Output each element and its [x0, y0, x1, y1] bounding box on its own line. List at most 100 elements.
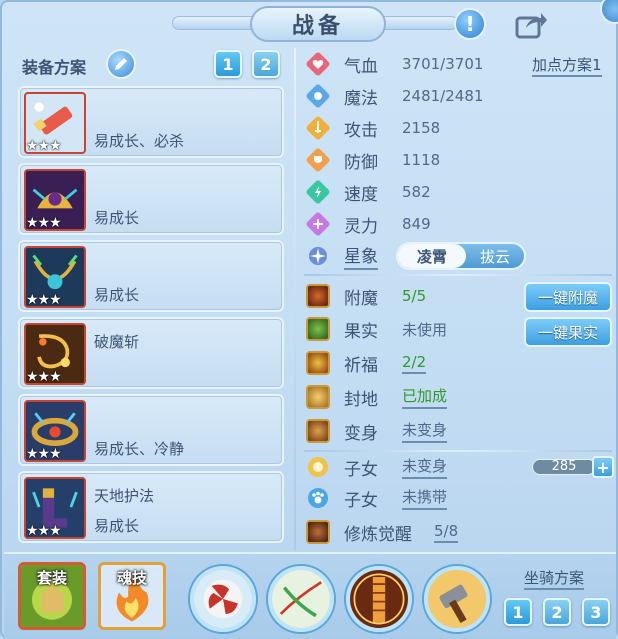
constellation-label[interactable]: 星象	[344, 242, 378, 270]
title-ornament-left	[172, 16, 262, 30]
stat-value: 582	[402, 183, 431, 201]
lightning-icon	[306, 180, 330, 204]
row-enchant: 附魔 5/5	[306, 282, 426, 310]
sword-icon	[306, 116, 330, 140]
info-button[interactable]: !	[454, 8, 486, 40]
row-child-2: 子女 未携带	[306, 484, 448, 512]
battle-prep-panel: 战备 ! 装备方案 1 2 ★★★ 易成长、必杀 ★★★ 易成长 ★★★ 易成长…	[0, 0, 618, 639]
exclamation-icon: !	[465, 12, 475, 36]
stat-row-speed: 速度 582	[306, 178, 431, 206]
stat-label: 魔法	[344, 88, 378, 109]
child-sun-icon	[306, 455, 330, 479]
mount-skill-slot-4[interactable]	[424, 566, 490, 632]
shield-icon	[306, 148, 330, 172]
seal-value[interactable]: 已加成	[402, 385, 448, 409]
seal-label: 封地	[344, 389, 378, 410]
stat-row-defense: 防御 1118	[306, 146, 440, 174]
cultivation-label: 修炼觉醒	[344, 524, 412, 545]
row-seal: 封地 已加成	[306, 383, 448, 411]
equipment-name: 破魔斩	[94, 333, 140, 351]
cultivation-value[interactable]: 5/8	[434, 522, 459, 543]
stat-label: 攻击	[344, 120, 378, 141]
mount-plan-label: 坐骑方案	[524, 567, 585, 590]
equipment-slot-weapon[interactable]: ★★★ 易成长、必杀	[18, 86, 284, 158]
edit-plan-button[interactable]	[106, 49, 136, 79]
enchant-icon	[306, 284, 330, 308]
section-divider	[304, 274, 612, 276]
star-rating: ★★★	[26, 446, 62, 462]
fan-blades-icon	[194, 570, 252, 628]
equipment-name: 天地护法	[94, 487, 155, 505]
stat-value: 2158	[402, 119, 441, 137]
child-value[interactable]: 未携带	[402, 486, 448, 510]
blessing-icon	[306, 351, 330, 375]
mount-skill-slot-1[interactable]	[190, 566, 256, 632]
stat-label: 速度	[344, 184, 378, 205]
equipment-slot-boots[interactable]: ★★★ 天地护法 易成长	[18, 471, 284, 543]
star-rating: ★★★	[26, 138, 62, 154]
one-key-enchant-button[interactable]: 一键附魔	[524, 282, 612, 312]
fruit-icon	[306, 317, 330, 341]
equipment-traits: 易成长、必杀	[94, 132, 185, 150]
star-rating: ★★★	[26, 292, 62, 308]
set-bonus-slot[interactable]: 套装	[18, 562, 86, 630]
enchant-value: 5/5	[402, 287, 427, 305]
equipment-traits: 易成长	[94, 209, 140, 227]
section-divider	[304, 450, 612, 452]
equipment-list: ★★★ 易成长、必杀 ★★★ 易成长 ★★★ 易成长 ★★★ 破魔斩 ★★★ 易…	[18, 86, 284, 548]
share-icon	[515, 13, 547, 39]
stat-label: 气血	[344, 56, 378, 77]
transform-value[interactable]: 未变身	[402, 419, 448, 443]
stat-label: 防御	[344, 152, 378, 173]
plus-icon: +	[596, 457, 610, 477]
equipment-plan-tab-1[interactable]: 1	[214, 50, 242, 78]
equipment-plan-label: 装备方案	[22, 58, 87, 77]
equipment-slot-amulet[interactable]: ★★★ 破魔斩	[18, 317, 284, 389]
equipment-slot-helmet[interactable]: ★★★ 易成长	[18, 163, 284, 235]
fruit-label: 果实	[344, 321, 378, 342]
window-title: 战备	[250, 6, 386, 42]
mount-skill-slot-2[interactable]	[268, 566, 334, 632]
row-fruit: 果实 未使用	[306, 315, 447, 343]
stat-value: 2481/2481	[402, 87, 484, 105]
constellation-toggle[interactable]: 凌霄 拔云	[396, 242, 526, 270]
heart-icon	[306, 52, 330, 76]
seal-icon	[306, 385, 330, 409]
constellation-option-selected[interactable]: 凌霄	[398, 244, 466, 268]
mana-icon	[306, 84, 330, 108]
stat-row-spirit: 灵力 849	[306, 210, 431, 238]
child-value[interactable]: 未变身	[402, 455, 448, 479]
equipment-slot-belt[interactable]: ★★★ 易成长、冷静	[18, 394, 284, 466]
equipment-traits: 易成长	[94, 286, 140, 304]
one-key-fruit-button[interactable]: 一键果实	[524, 317, 612, 347]
blessing-label: 祈福	[344, 355, 378, 376]
plus-button[interactable]: +	[592, 456, 614, 478]
stat-value: 3701/3701	[402, 55, 484, 73]
set-bonus-label: 套装	[36, 569, 67, 587]
child-counter: 285 +	[532, 456, 614, 478]
row-blessing: 祈福 2/2	[306, 349, 427, 377]
mount-plan-tab-2[interactable]: 2	[543, 598, 571, 626]
mount-plan-tab-3[interactable]: 3	[582, 598, 610, 626]
vine-icon	[272, 570, 330, 628]
soul-skill-slot[interactable]: 魂技	[98, 562, 166, 630]
share-button[interactable]	[514, 10, 548, 40]
row-cultivation: 修炼觉醒 5/8	[306, 518, 459, 546]
equipment-slot-necklace[interactable]: ★★★ 易成长	[18, 240, 284, 312]
child-label: 子女	[344, 459, 378, 480]
star-rating: ★★★	[26, 369, 62, 385]
mount-skill-slot-3[interactable]	[346, 566, 412, 632]
add-point-plan-link[interactable]: 加点方案1	[532, 54, 602, 77]
soul-skill-label: 魂技	[116, 569, 147, 587]
fruit-value: 未使用	[402, 320, 448, 339]
equipment-plan-tab-2[interactable]: 2	[252, 50, 280, 78]
stat-label: 灵力	[344, 216, 378, 237]
equipment-traits: 易成长、冷静	[94, 440, 185, 458]
paw-icon	[306, 486, 330, 510]
blessing-value[interactable]: 2/2	[402, 353, 427, 374]
constellation-option[interactable]: 拔云	[466, 246, 524, 267]
close-button[interactable]	[600, 0, 618, 24]
pencil-icon	[115, 58, 127, 70]
mount-plan-tab-1[interactable]: 1	[504, 598, 532, 626]
star-rating: ★★★	[26, 215, 62, 231]
